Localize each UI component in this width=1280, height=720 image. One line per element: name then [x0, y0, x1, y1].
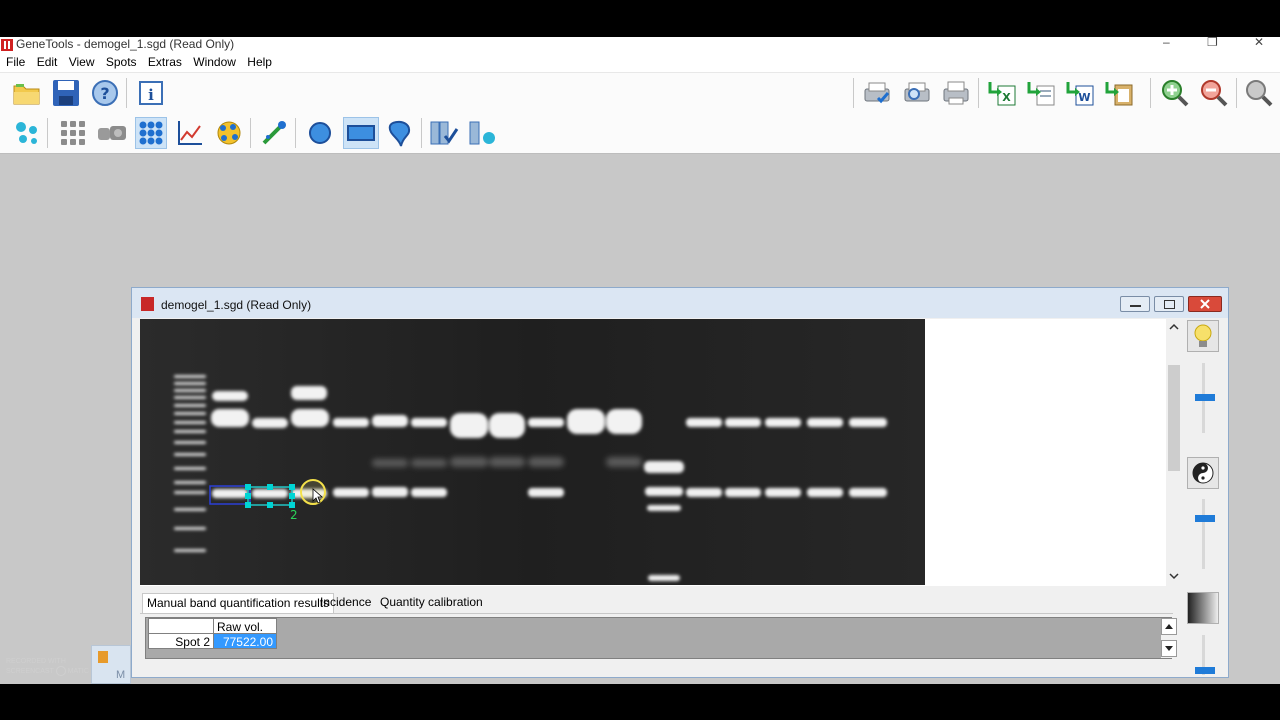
image-adjust-panel	[1182, 319, 1228, 676]
menu-help[interactable]: Help	[241, 53, 272, 72]
print-icon[interactable]	[940, 77, 972, 109]
minimized-window-label: M	[116, 669, 126, 681]
spots-icon[interactable]	[11, 117, 43, 149]
camera-icon[interactable]	[96, 117, 128, 149]
app-logo-icon	[1, 39, 13, 51]
restore-icon	[1164, 300, 1175, 309]
contrast-slider-thumb[interactable]	[1195, 515, 1215, 522]
row-header-spot[interactable]: Spot 2	[148, 633, 214, 649]
grid-corner-cell	[148, 618, 214, 634]
tab-manual-band-quantification[interactable]: Manual band quantification results	[142, 593, 335, 613]
zoom-out-icon[interactable]	[1198, 77, 1230, 109]
help-icon[interactable]: ?	[89, 77, 121, 109]
document-title: demogel_1.sgd (Read Only)	[161, 298, 312, 312]
gel-image[interactable]: 2	[140, 319, 925, 585]
window-thumbnail-icon	[98, 651, 108, 663]
export-clipboard-icon[interactable]	[1103, 77, 1135, 109]
toolbar-separator	[250, 118, 251, 148]
doc-close-button[interactable]	[1188, 296, 1222, 312]
freehand-tool-icon[interactable]	[383, 117, 415, 149]
brightness-slider-thumb[interactable]	[1195, 394, 1215, 401]
menu-file[interactable]: File	[0, 53, 25, 72]
menu-bar: File Edit View Spots Extras Window Help	[0, 53, 1280, 72]
dot-grid-icon[interactable]	[135, 117, 167, 149]
screencast-logo-icon	[55, 666, 66, 676]
close-button[interactable]: ✕	[1254, 37, 1264, 49]
watermark-line-2: SCREENCAST MATIC	[6, 666, 89, 676]
document-titlebar: demogel_1.sgd (Read Only)	[132, 288, 1228, 318]
profile-graph-icon[interactable]	[174, 117, 206, 149]
minimize-button[interactable]: –	[1163, 37, 1170, 49]
results-grid: Raw vol. Spot 2 77522.00	[145, 617, 1177, 659]
menu-edit[interactable]: Edit	[31, 53, 58, 72]
document-window: demogel_1.sgd (Read Only) 2 Manual band …	[131, 287, 1229, 678]
tab-quantity-calibration[interactable]: Quantity calibration	[376, 593, 487, 613]
gel-view-area[interactable]: 2	[140, 319, 1173, 586]
export-copy-icon[interactable]	[1025, 77, 1057, 109]
minimize-icon	[1130, 305, 1141, 307]
watermark-line-1: RECORDED WITH	[6, 658, 66, 665]
toolbar-separator	[1236, 78, 1237, 108]
export-word-icon[interactable]: W	[1064, 77, 1096, 109]
restore-button[interactable]: ❐	[1207, 37, 1218, 49]
recording-watermark: RECORDED WITH SCREENCAST MATIC	[6, 658, 89, 676]
svg-text:W: W	[1078, 91, 1090, 104]
zoom-fit-icon[interactable]	[1243, 77, 1275, 109]
toolbar-separator	[421, 118, 422, 148]
toolbar-tools	[0, 113, 1280, 154]
document-icon	[141, 297, 154, 311]
gamma-slider-thumb[interactable]	[1195, 667, 1215, 674]
save-disk-icon[interactable]	[50, 77, 82, 109]
print-preview-icon[interactable]	[901, 77, 933, 109]
tab-incidence[interactable]: Incidence	[316, 593, 375, 613]
results-vertical-scrollbar[interactable]	[1161, 618, 1177, 658]
doc-minimize-button[interactable]	[1120, 296, 1150, 312]
svg-text:X: X	[1002, 91, 1011, 104]
info-icon[interactable]: i	[135, 77, 167, 109]
toolbar-separator	[295, 118, 296, 148]
contrast-yinyang-icon[interactable]	[1187, 457, 1219, 489]
genetools-app: GeneTools - demogel_1.sgd (Read Only) – …	[0, 37, 1280, 684]
gel-vertical-scrollbar[interactable]	[1166, 319, 1182, 586]
colony-icon[interactable]	[213, 117, 245, 149]
grid-lanes-icon[interactable]	[57, 117, 89, 149]
circle-tool-icon[interactable]	[304, 117, 336, 149]
close-icon	[1200, 299, 1210, 309]
toolbar-separator	[853, 78, 854, 108]
rectangle-tool-icon[interactable]	[343, 117, 379, 149]
spot-2-label: 2	[290, 508, 298, 522]
brightness-bulb-icon[interactable]	[1187, 320, 1219, 352]
toolbar-separator	[47, 118, 48, 148]
results-tabs: Manual band quantification results Incid…	[140, 589, 1173, 614]
app-title: GeneTools - demogel_1.sgd (Read Only)	[16, 37, 235, 51]
raw-vol-value-cell[interactable]: 77522.00	[213, 633, 277, 649]
print-preview-check-icon[interactable]	[861, 77, 893, 109]
calibration-icon[interactable]	[467, 117, 499, 149]
svg-text:?: ?	[100, 84, 109, 103]
toolbar-separator	[978, 78, 979, 108]
minimized-window-button[interactable]: M	[91, 645, 131, 684]
doc-restore-button[interactable]	[1154, 296, 1184, 312]
export-excel-icon[interactable]: X	[986, 77, 1018, 109]
menu-view[interactable]: View	[63, 53, 95, 72]
menu-window[interactable]: Window	[187, 53, 236, 72]
contrast-slider-track[interactable]	[1202, 499, 1205, 569]
toolbar-separator	[1150, 78, 1151, 108]
toolbar-separator	[126, 78, 127, 108]
menu-extras[interactable]: Extras	[142, 53, 182, 72]
zoom-in-icon[interactable]	[1159, 77, 1191, 109]
svg-text:i: i	[148, 86, 154, 104]
app-titlebar: GeneTools - demogel_1.sgd (Read Only) – …	[0, 37, 1280, 53]
calibration-check-icon[interactable]	[428, 117, 460, 149]
wand-icon[interactable]	[258, 117, 290, 149]
menu-spots[interactable]: Spots	[100, 53, 137, 72]
toolbar-main: ? i X W	[0, 72, 1280, 113]
column-header-raw-vol[interactable]: Raw vol.	[213, 618, 277, 634]
gamma-gradient-icon[interactable]	[1187, 592, 1219, 624]
open-folder-icon[interactable]	[11, 77, 43, 109]
